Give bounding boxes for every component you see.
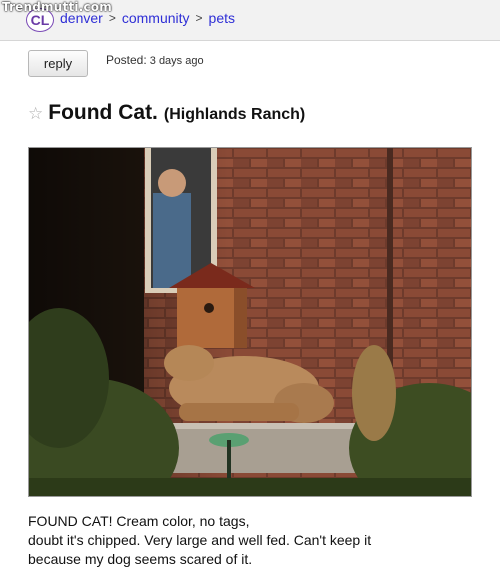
description-line: because my dog seems scared of it. xyxy=(28,551,253,567)
watermark: Trendmutti.com xyxy=(2,0,112,14)
description-line: doubt it's chipped. Very large and well … xyxy=(28,532,372,548)
description-line: FOUND CAT! Cream color, no tags, xyxy=(28,513,250,529)
photo-illustration xyxy=(29,148,471,496)
posting-title: Found Cat. xyxy=(48,101,158,124)
breadcrumb-separator: > xyxy=(195,11,203,25)
breadcrumb-community[interactable]: community xyxy=(122,10,190,26)
posted-date: Posted: 3 days ago xyxy=(106,53,204,67)
posting-location: (Highlands Ranch) xyxy=(163,106,306,123)
posting-photo[interactable] xyxy=(28,147,472,497)
posted-label: Posted: xyxy=(106,53,147,67)
star-outline-icon[interactable]: ☆ xyxy=(28,104,43,124)
reply-button[interactable]: reply xyxy=(28,50,88,77)
posting-description: FOUND CAT! Cream color, no tags, doubt i… xyxy=(28,512,478,569)
posting-title-row: ☆ Found Cat. (Highlands Ranch) xyxy=(28,101,305,125)
posted-value: 3 days ago xyxy=(149,55,204,67)
breadcrumb-pets[interactable]: pets xyxy=(209,10,235,26)
